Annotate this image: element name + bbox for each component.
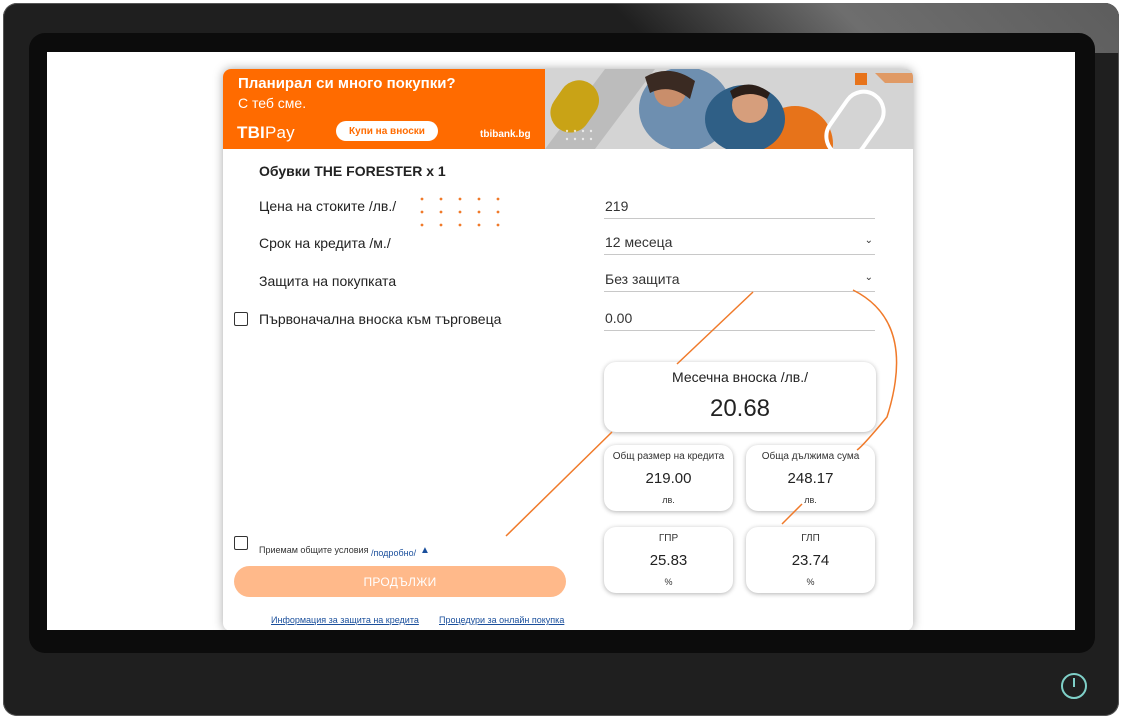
screen: Планирал си много покупки? С теб сме. TB… bbox=[47, 52, 1075, 630]
gpr-value: 25.83 bbox=[649, 552, 688, 569]
banner-title: Планирал си много покупки? bbox=[238, 75, 456, 92]
glp-unit: % bbox=[806, 577, 815, 587]
triangle-up-icon[interactable]: ▲ bbox=[420, 545, 430, 556]
buy-installments-button[interactable]: Купи на вноски bbox=[336, 121, 438, 141]
total-credit-label: Общ размер на кредита bbox=[612, 451, 725, 462]
downpayment-label: Първоначална вноска към търговеца bbox=[259, 311, 502, 327]
chevron-down-icon: ⌄ bbox=[864, 272, 873, 283]
total-credit-value: 219.00 bbox=[645, 470, 692, 487]
monthly-payment-card: Месечна вноска /лв./ 20.68 bbox=[604, 362, 876, 432]
term-select[interactable]: 12 месеца ⌄ bbox=[604, 229, 875, 255]
tbipay-logo: TBIPay bbox=[237, 123, 295, 143]
power-icon[interactable] bbox=[1061, 673, 1087, 699]
continue-button[interactable]: ПРОДЪЛЖИ bbox=[234, 566, 566, 597]
banner-orange-area: Планирал си много покупки? С теб сме. TB… bbox=[223, 69, 545, 149]
terms-details-link[interactable]: /подробно/ bbox=[371, 548, 416, 558]
protection-select[interactable]: Без защита ⌄ bbox=[604, 266, 875, 292]
terms-text: Приемам общите условия bbox=[259, 545, 369, 555]
glp-value: 23.74 bbox=[791, 552, 830, 569]
monthly-payment-label: Месечна вноска /лв./ bbox=[672, 369, 808, 385]
price-input[interactable]: 219 bbox=[604, 193, 875, 219]
chevron-down-icon: ⌄ bbox=[864, 235, 873, 246]
gpr-card: ГПР 25.83 % bbox=[604, 527, 733, 593]
protection-label: Защита на покупката bbox=[259, 273, 397, 289]
product-title: Обувки THE FORESTER x 1 bbox=[259, 163, 446, 179]
term-select-value: 12 месеца bbox=[605, 233, 673, 250]
logo-tbi: TBI bbox=[237, 123, 265, 142]
terms-checkbox[interactable] bbox=[234, 536, 248, 550]
gpr-unit: % bbox=[664, 577, 673, 587]
credit-calculator-panel: Планирал си много покупки? С теб сме. TB… bbox=[223, 69, 913, 630]
banner-photo-illustration bbox=[545, 69, 913, 149]
total-due-label: Обща дължима сума bbox=[761, 451, 860, 462]
protection-select-value: Без защита bbox=[605, 270, 680, 287]
online-purchase-procedures-link[interactable]: Процедури за онлайн покупка bbox=[439, 615, 564, 625]
term-label: Срок на кредита /м./ bbox=[259, 235, 391, 251]
downpayment-checkbox[interactable] bbox=[234, 312, 248, 326]
banner-photo bbox=[545, 69, 913, 149]
total-due-card: Обща дължима сума 248.17 лв. bbox=[746, 445, 875, 511]
price-label: Цена на стоките /лв./ bbox=[259, 198, 397, 214]
gpr-label: ГПР bbox=[658, 533, 679, 544]
glp-card: ГЛП 23.74 % bbox=[746, 527, 875, 593]
banner-site: tbibank.bg bbox=[480, 129, 531, 140]
total-credit-card: Общ размер на кредита 219.00 лв. bbox=[604, 445, 733, 511]
total-due-unit: лв. bbox=[804, 495, 817, 505]
credit-protection-info-link[interactable]: Информация за защита на кредита bbox=[271, 615, 419, 625]
downpayment-input[interactable]: 0.00 bbox=[604, 305, 875, 331]
total-credit-unit: лв. bbox=[662, 495, 675, 505]
monthly-payment-value: 20.68 bbox=[709, 395, 771, 422]
promo-banner: Планирал си много покупки? С теб сме. TB… bbox=[223, 69, 913, 149]
banner-subtitle: С теб сме. bbox=[238, 95, 307, 111]
total-due-value: 248.17 bbox=[787, 470, 834, 487]
logo-pay: Pay bbox=[264, 123, 295, 142]
glp-label: ГЛП bbox=[801, 533, 820, 544]
